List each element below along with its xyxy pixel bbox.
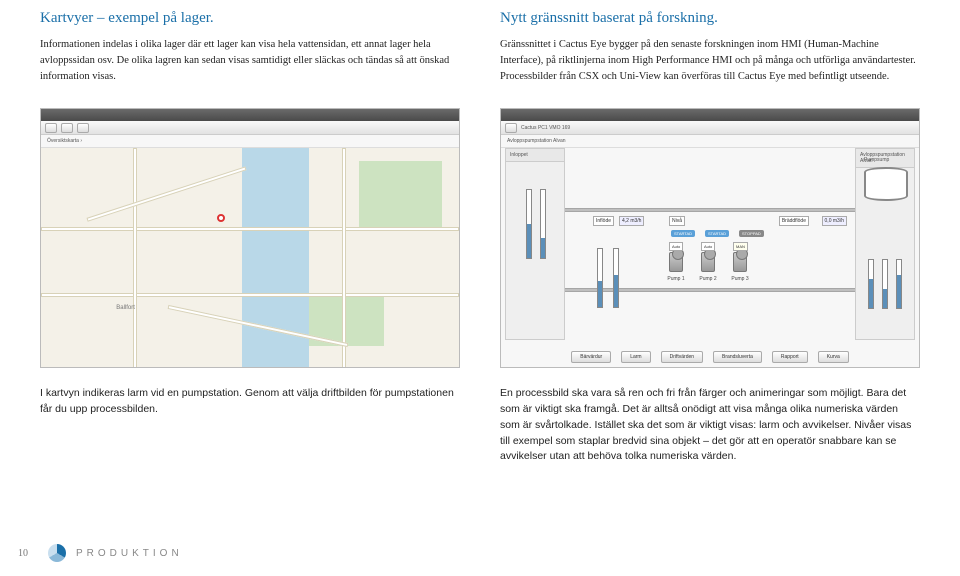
level-gauge — [613, 248, 619, 308]
process-button[interactable]: Rapport — [772, 351, 808, 363]
level-gauge-fill — [614, 275, 618, 307]
left-rail-header: Inloppet — [506, 149, 564, 162]
alarm-indicator-icon[interactable] — [217, 214, 225, 222]
pipe — [565, 288, 855, 292]
process-title: Cactus PC1 VMO 169 — [521, 125, 570, 131]
level-gauge-fill — [897, 275, 901, 309]
level-gauge — [868, 259, 874, 309]
pump-label: Pump 2 — [696, 276, 720, 282]
map-screenshot: Översiktskarta › Ballfort — [40, 108, 460, 368]
process-window-titlebar — [501, 109, 919, 121]
right-caption: En processbild ska vara så ren och fri f… — [500, 386, 920, 465]
left-caption: I kartvyn indikeras larm vid en pumpstat… — [40, 386, 460, 465]
pipe — [565, 208, 855, 212]
inflow-value: 4,2 m3/h — [619, 216, 644, 226]
brand-logo-icon — [48, 544, 66, 562]
process-screenshot: Cactus PC1 VMO 169 Avloppspumpstation Al… — [500, 108, 920, 368]
right-heading: Nytt gränssnitt baserat på forskning. — [500, 10, 920, 27]
level-gauge-fill — [883, 289, 887, 308]
toolbar-button[interactable] — [61, 123, 73, 133]
toolbar-button[interactable] — [505, 123, 517, 133]
level-gauge — [896, 259, 902, 309]
status-tag: STARTAD — [705, 230, 729, 237]
level-gauge-fill — [541, 238, 545, 258]
mode-label: MAN — [733, 242, 748, 251]
map-road — [342, 148, 346, 368]
process-button[interactable]: Driftvärden — [661, 351, 703, 363]
brand-name: PRODUKTION — [76, 548, 183, 559]
process-button[interactable]: Brandsluverta — [713, 351, 762, 363]
map-window-titlebar — [41, 109, 459, 121]
level-gauge-fill — [869, 279, 873, 308]
process-button-row: Bärvärdur Larm Driftvärden Brandsluverta… — [501, 350, 919, 364]
level-gauge-fill — [598, 281, 602, 307]
left-body-text: Informationen indelas i olika lager där … — [40, 37, 460, 84]
map-canvas[interactable]: Ballfort — [41, 148, 459, 368]
tank-icon — [864, 167, 908, 201]
left-heading: Kartvyer – exempel på lager. — [40, 10, 460, 27]
mode-label: Auto — [669, 242, 683, 251]
mode-label: Auto — [701, 242, 715, 251]
process-button[interactable]: Larm — [621, 351, 650, 363]
process-button[interactable]: Bärvärdur — [571, 351, 611, 363]
page-footer: 10 PRODUKTION — [0, 544, 960, 562]
map-green — [359, 161, 443, 227]
toolbar-button[interactable] — [77, 123, 89, 133]
outflow-value: 0,0 m3/h — [822, 216, 847, 226]
pump-label: Pump 3 — [728, 276, 752, 282]
niva-label: Nivå — [669, 216, 685, 226]
toolbar-button[interactable] — [45, 123, 57, 133]
level-gauge — [597, 248, 603, 308]
status-tag: STOPPAD — [739, 230, 764, 237]
level-gauge-fill — [527, 224, 531, 258]
pump-icon[interactable] — [669, 252, 683, 272]
process-canvas: Inloppet Avloppspumpstation Alvan Pumpsu… — [501, 148, 919, 368]
level-gauge — [882, 259, 888, 309]
process-toolbar: Cactus PC1 VMO 169 — [501, 121, 919, 135]
page-number: 10 — [18, 548, 38, 559]
pump-icon[interactable] — [733, 252, 747, 272]
level-gauge — [540, 189, 546, 259]
outflow-label: Bräddflöde — [779, 216, 809, 226]
level-gauge — [526, 189, 532, 259]
map-road — [41, 293, 459, 297]
map-road — [133, 148, 137, 368]
inflow-label: Inflöde — [593, 216, 614, 226]
pumpsump-label: Pumpsump — [864, 157, 889, 163]
process-breadcrumb: Avloppspumpstation Alvan — [501, 135, 919, 148]
pump-label: Pump 1 — [664, 276, 688, 282]
map-toolbar — [41, 121, 459, 135]
process-button[interactable]: Kurva — [818, 351, 849, 363]
status-tag: STARTAD — [671, 230, 695, 237]
map-breadcrumb: Översiktskarta › — [41, 135, 459, 148]
pump-icon[interactable] — [701, 252, 715, 272]
right-side-panel: Avloppspumpstation Alvan Pumpsump — [855, 148, 915, 340]
map-road — [41, 227, 459, 231]
left-side-panel: Inloppet — [505, 148, 565, 340]
right-body-text: Gränssnittet i Cactus Eye bygger på den … — [500, 37, 920, 84]
map-place-label: Ballfort — [116, 305, 135, 311]
